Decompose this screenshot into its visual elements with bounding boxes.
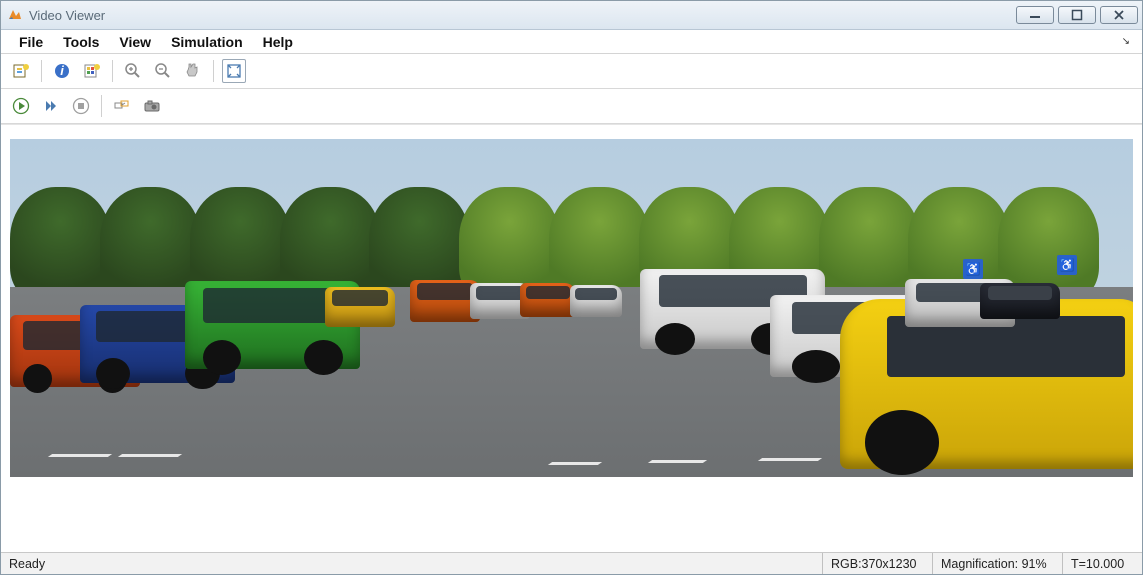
- status-rgb-resolution: RGB:370x1230: [822, 553, 932, 574]
- window-controls: [1016, 6, 1138, 24]
- matlab-app-icon: [7, 7, 23, 23]
- menu-tools[interactable]: Tools: [53, 30, 109, 54]
- menu-file[interactable]: File: [9, 30, 53, 54]
- step-forward-icon[interactable]: [39, 94, 63, 118]
- status-magnification: Magnification: 91%: [932, 553, 1062, 574]
- accessible-sign-icon: ♿: [1057, 255, 1077, 275]
- status-bar: Ready RGB:370x1230 Magnification: 91% T=…: [1, 552, 1142, 574]
- minimize-button[interactable]: [1016, 6, 1054, 24]
- parking-lot-scene: ♿ ♿: [10, 139, 1133, 477]
- menu-simulation[interactable]: Simulation: [161, 30, 253, 54]
- toolbar-2: [1, 89, 1142, 124]
- window-title: Video Viewer: [29, 8, 1016, 23]
- maximize-button[interactable]: [1058, 6, 1096, 24]
- play-icon[interactable]: [9, 94, 33, 118]
- status-ready: Ready: [1, 553, 822, 574]
- zoom-out-icon[interactable]: [151, 59, 175, 83]
- toolbar-1: i: [1, 54, 1142, 89]
- fit-to-window-icon[interactable]: [222, 59, 246, 83]
- pan-icon[interactable]: [181, 59, 205, 83]
- svg-text:i: i: [60, 63, 64, 78]
- status-time: T=10.000: [1062, 553, 1142, 574]
- menu-view[interactable]: View: [109, 30, 161, 54]
- titlebar: Video Viewer: [1, 1, 1142, 30]
- colormap-icon[interactable]: [80, 59, 104, 83]
- highlight-icon[interactable]: [110, 94, 134, 118]
- undock-icon[interactable]: ↘: [1122, 36, 1134, 47]
- video-viewer-window: Video Viewer File Tools View Simulation …: [0, 0, 1143, 575]
- new-video-icon[interactable]: [9, 59, 33, 83]
- accessible-sign-icon: ♿: [963, 259, 983, 279]
- info-icon[interactable]: i: [50, 59, 74, 83]
- stop-icon[interactable]: [69, 94, 93, 118]
- close-button[interactable]: [1100, 6, 1138, 24]
- menubar: File Tools View Simulation Help ↘: [1, 30, 1142, 54]
- snapshot-icon[interactable]: [140, 94, 164, 118]
- content-area: ♿ ♿: [1, 124, 1142, 552]
- menu-help[interactable]: Help: [253, 30, 303, 54]
- image-viewport[interactable]: ♿ ♿: [1, 125, 1142, 552]
- zoom-in-icon[interactable]: [121, 59, 145, 83]
